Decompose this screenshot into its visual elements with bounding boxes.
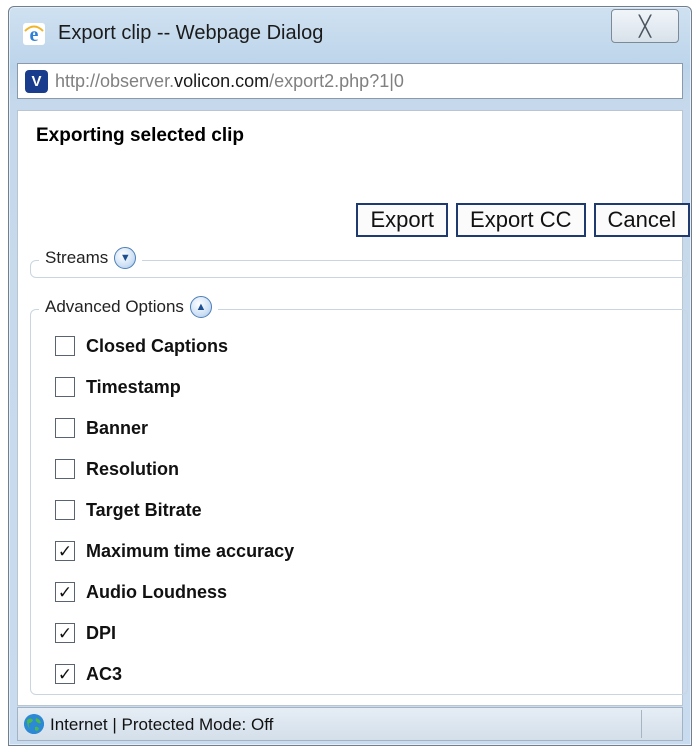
url-prefix: http://observer.: [55, 71, 175, 91]
checkmark-icon: ✓: [57, 541, 73, 561]
advanced-options-section: Advanced Options ▲ Closed Captions Times…: [30, 296, 688, 695]
option-ac3[interactable]: ✓ AC3: [55, 662, 122, 686]
dpi-checkbox[interactable]: ✓: [55, 623, 75, 643]
option-label: AC3: [86, 663, 123, 684]
address-bar[interactable]: V http://observer.volicon.com/export2.ph…: [17, 63, 683, 99]
advanced-options-legend: Advanced Options ▲: [39, 296, 218, 318]
option-timestamp[interactable]: Timestamp: [55, 375, 181, 399]
collapse-advanced-options-icon[interactable]: ▲: [189, 296, 212, 318]
volicon-site-icon: V: [25, 70, 48, 93]
option-label: Target Bitrate: [86, 499, 202, 520]
url-text: http://observer.volicon.com/export2.php?…: [55, 71, 404, 92]
banner-checkbox[interactable]: [55, 418, 75, 438]
target-bitrate-checkbox[interactable]: [55, 500, 75, 520]
url-suffix: /export2.php?1|0: [269, 71, 404, 91]
option-label: Banner: [86, 417, 149, 438]
maximum-time-accuracy-checkbox[interactable]: ✓: [55, 541, 75, 561]
option-label: Maximum time accuracy: [86, 540, 295, 561]
option-audio-loudness[interactable]: ✓ Audio Loudness: [55, 580, 227, 604]
url-domain: volicon.com: [174, 71, 270, 91]
option-label: Audio Loudness: [86, 581, 227, 602]
option-label: DPI: [86, 622, 117, 643]
option-resolution[interactable]: Resolution: [55, 457, 179, 481]
option-maximum-time-accuracy[interactable]: ✓ Maximum time accuracy: [55, 539, 294, 563]
cancel-button[interactable]: Cancel: [593, 203, 690, 237]
ac3-checkbox[interactable]: ✓: [55, 664, 75, 684]
option-closed-captions[interactable]: Closed Captions: [55, 334, 228, 358]
resolution-checkbox[interactable]: [55, 459, 75, 479]
close-button[interactable]: ╳: [611, 9, 679, 43]
close-icon: ╳: [638, 15, 652, 38]
option-banner[interactable]: Banner: [55, 416, 148, 440]
export-button[interactable]: Export: [356, 203, 449, 237]
dialog-window: e Export clip -- Webpage Dialog ╳ V http…: [8, 6, 692, 746]
page-title: Exporting selected clip: [36, 125, 244, 146]
expand-streams-icon[interactable]: ▼: [114, 247, 137, 269]
title-bar: e Export clip -- Webpage Dialog ╳: [9, 7, 691, 57]
checkmark-icon: ✓: [57, 623, 73, 643]
option-label: Closed Captions: [86, 335, 229, 356]
checkmark-icon: ✓: [57, 664, 73, 684]
status-bar: Internet | Protected Mode: Off: [17, 707, 683, 741]
audio-loudness-checkbox[interactable]: ✓: [55, 582, 75, 602]
window-title: Export clip -- Webpage Dialog: [58, 22, 324, 44]
globe-icon: [24, 714, 44, 734]
security-zone-status: Internet | Protected Mode: Off: [50, 715, 274, 734]
option-dpi[interactable]: ✓ DPI: [55, 621, 116, 645]
streams-legend: Streams ▼: [39, 247, 143, 269]
dialog-content: Exporting selected clip Export Export CC…: [17, 110, 690, 706]
internet-explorer-icon: e: [23, 23, 45, 45]
option-target-bitrate[interactable]: Target Bitrate: [55, 498, 202, 522]
advanced-options-label: Advanced Options: [45, 297, 184, 316]
checkmark-icon: ✓: [57, 582, 73, 602]
streams-section: Streams ▼: [30, 247, 688, 278]
streams-label: Streams: [45, 248, 109, 267]
closed-captions-checkbox[interactable]: [55, 336, 75, 356]
option-label: Timestamp: [86, 376, 181, 397]
export-cc-button[interactable]: Export CC: [456, 203, 586, 237]
option-label: Resolution: [86, 458, 179, 479]
timestamp-checkbox[interactable]: [55, 377, 75, 397]
action-buttons: Export Export CC Cancel: [356, 203, 690, 237]
status-divider: [641, 710, 642, 738]
